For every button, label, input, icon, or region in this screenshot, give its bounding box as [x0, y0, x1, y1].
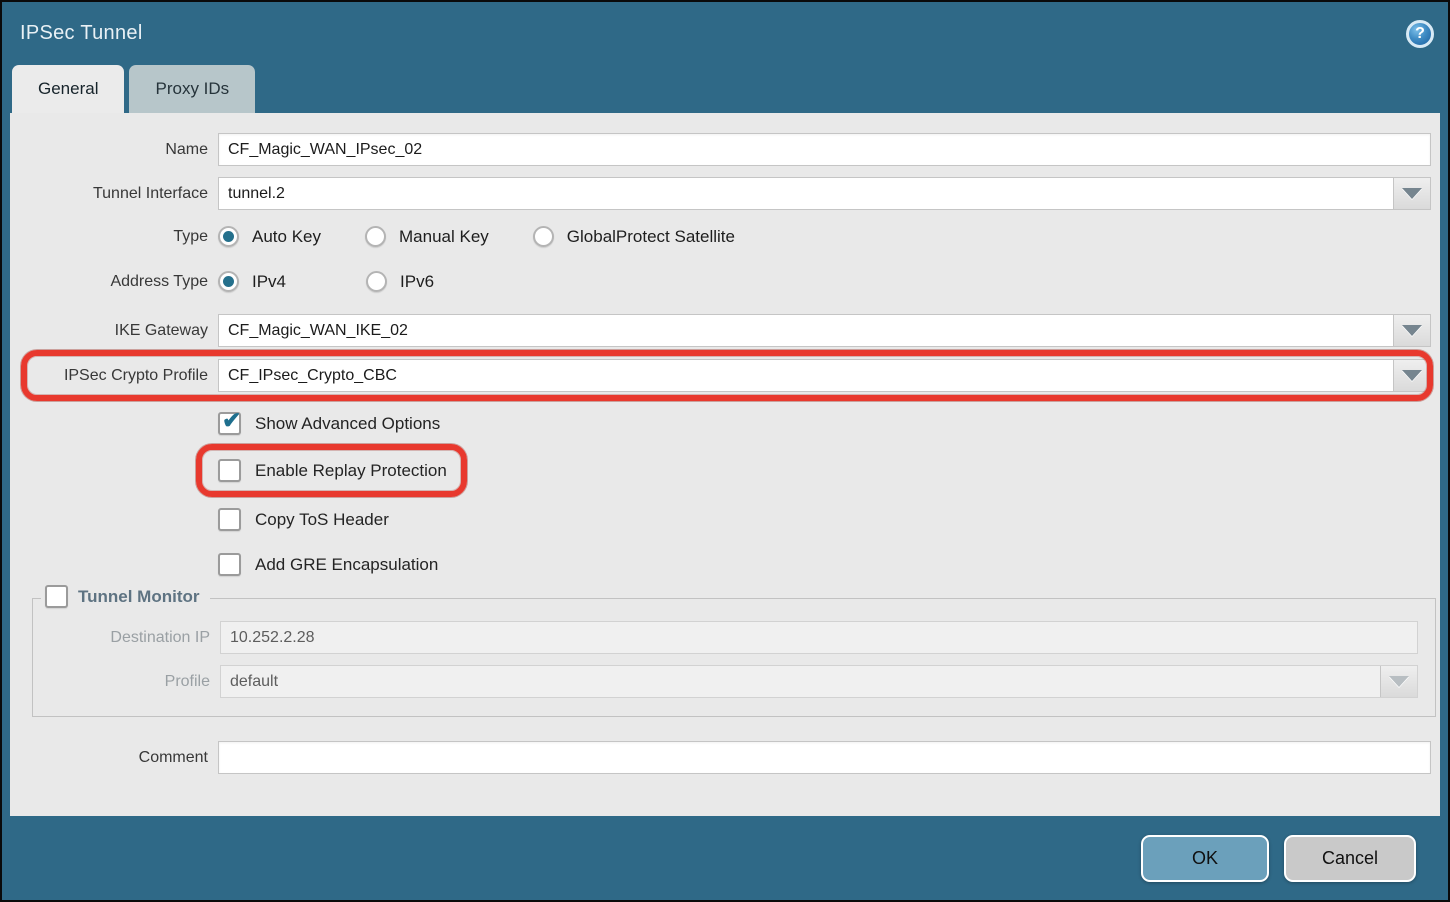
- ike-gateway-input[interactable]: [219, 315, 1393, 346]
- ike-gateway-label: IKE Gateway: [10, 322, 208, 340]
- radio-ipv4[interactable]: IPv4: [218, 271, 286, 292]
- tab-bar: General Proxy IDs: [2, 65, 1448, 113]
- radio-ipv6-label: IPv6: [400, 272, 434, 292]
- enable-replay-protection-label: Enable Replay Protection: [255, 461, 447, 481]
- radio-auto-key[interactable]: Auto Key: [218, 226, 321, 247]
- comment-input[interactable]: [218, 741, 1431, 774]
- destination-ip-label: Destination IP: [33, 629, 210, 647]
- tunnel-interface-label: Tunnel Interface: [10, 185, 208, 203]
- radio-button-icon[interactable]: [218, 271, 239, 292]
- name-label: Name: [10, 141, 208, 159]
- radio-button-icon[interactable]: [365, 226, 386, 247]
- radio-ipv4-label: IPv4: [252, 272, 286, 292]
- dialog-title: IPSec Tunnel: [20, 22, 143, 45]
- address-type-radio-group: IPv4 IPv6: [218, 271, 478, 292]
- monitor-profile-dropdown-button: [1380, 666, 1417, 697]
- chevron-down-icon: [1402, 370, 1422, 381]
- chevron-down-icon: [1402, 325, 1422, 336]
- ike-gateway-dropdown-button[interactable]: [1393, 315, 1430, 346]
- destination-ip-input: [220, 621, 1418, 654]
- tunnel-monitor-fieldset: Tunnel Monitor Destination IP Profile: [32, 598, 1436, 717]
- radio-globalprotect-satellite-label: GlobalProtect Satellite: [567, 227, 735, 247]
- tunnel-interface-row: Tunnel Interface: [10, 177, 1440, 210]
- type-radio-group: Auto Key Manual Key GlobalProtect Satell…: [218, 226, 779, 247]
- radio-button-icon[interactable]: [366, 271, 387, 292]
- destination-ip-row: Destination IP: [33, 621, 1435, 654]
- radio-button-icon[interactable]: [218, 226, 239, 247]
- ipsec-crypto-profile-input[interactable]: [219, 360, 1393, 391]
- type-row: Type Auto Key Manual Key GlobalProtect S…: [10, 226, 1440, 247]
- comment-row: Comment: [10, 741, 1440, 774]
- address-type-row: Address Type IPv4 IPv6: [10, 271, 1440, 292]
- help-icon[interactable]: ?: [1406, 20, 1434, 48]
- chevron-down-icon: [1389, 676, 1409, 687]
- enable-replay-protection-checkbox[interactable]: [218, 459, 241, 482]
- radio-ipv6[interactable]: IPv6: [366, 271, 434, 292]
- general-tab-panel: Name Tunnel Interface Type: [10, 113, 1440, 816]
- monitor-profile-dropdown: [220, 665, 1418, 698]
- ike-gateway-row: IKE Gateway: [10, 314, 1440, 347]
- monitor-profile-row: Profile: [33, 665, 1435, 698]
- chevron-down-icon: [1402, 188, 1422, 199]
- ipsec-crypto-profile-dropdown[interactable]: [218, 359, 1431, 392]
- tunnel-monitor-label: Tunnel Monitor: [78, 587, 200, 607]
- ipsec-crypto-profile-row: IPSec Crypto Profile: [10, 359, 1440, 392]
- dialog-footer: OK Cancel: [2, 816, 1448, 900]
- ipsec-tunnel-dialog: IPSec Tunnel ? General Proxy IDs Name Tu…: [0, 0, 1450, 902]
- radio-manual-key[interactable]: Manual Key: [365, 226, 489, 247]
- name-input[interactable]: [218, 133, 1431, 166]
- show-advanced-options-label: Show Advanced Options: [255, 414, 440, 434]
- copy-tos-header-label: Copy ToS Header: [255, 510, 389, 530]
- copy-tos-header-row: Copy ToS Header: [218, 508, 1440, 531]
- enable-replay-protection-row: Enable Replay Protection: [218, 457, 1440, 484]
- ipsec-crypto-profile-label: IPSec Crypto Profile: [10, 367, 208, 385]
- show-advanced-options-row: Show Advanced Options: [218, 412, 1440, 435]
- name-row: Name: [10, 133, 1440, 166]
- ike-gateway-dropdown[interactable]: [218, 314, 1431, 347]
- tab-proxy-ids[interactable]: Proxy IDs: [129, 65, 255, 113]
- cancel-button[interactable]: Cancel: [1284, 835, 1416, 882]
- comment-label: Comment: [10, 749, 208, 767]
- monitor-profile-label: Profile: [33, 673, 210, 691]
- tunnel-interface-dropdown-button[interactable]: [1393, 178, 1430, 209]
- tunnel-monitor-checkbox[interactable]: [45, 585, 68, 608]
- add-gre-encapsulation-checkbox[interactable]: [218, 553, 241, 576]
- ok-button[interactable]: OK: [1141, 835, 1269, 882]
- tab-general[interactable]: General: [12, 65, 124, 113]
- radio-button-icon[interactable]: [533, 226, 554, 247]
- add-gre-encapsulation-row: Add GRE Encapsulation: [218, 553, 1440, 576]
- tunnel-monitor-legend: Tunnel Monitor: [41, 585, 210, 608]
- ipsec-crypto-profile-dropdown-button[interactable]: [1393, 360, 1430, 391]
- radio-auto-key-label: Auto Key: [252, 227, 321, 247]
- show-advanced-options-checkbox[interactable]: [218, 412, 241, 435]
- radio-manual-key-label: Manual Key: [399, 227, 489, 247]
- copy-tos-header-checkbox[interactable]: [218, 508, 241, 531]
- add-gre-encapsulation-label: Add GRE Encapsulation: [255, 555, 438, 575]
- titlebar: IPSec Tunnel ?: [2, 2, 1448, 65]
- radio-globalprotect-satellite[interactable]: GlobalProtect Satellite: [533, 226, 735, 247]
- tunnel-interface-input[interactable]: [219, 178, 1393, 209]
- monitor-profile-input: [221, 666, 1380, 697]
- type-label: Type: [10, 228, 208, 246]
- address-type-label: Address Type: [10, 273, 208, 291]
- tunnel-interface-dropdown[interactable]: [218, 177, 1431, 210]
